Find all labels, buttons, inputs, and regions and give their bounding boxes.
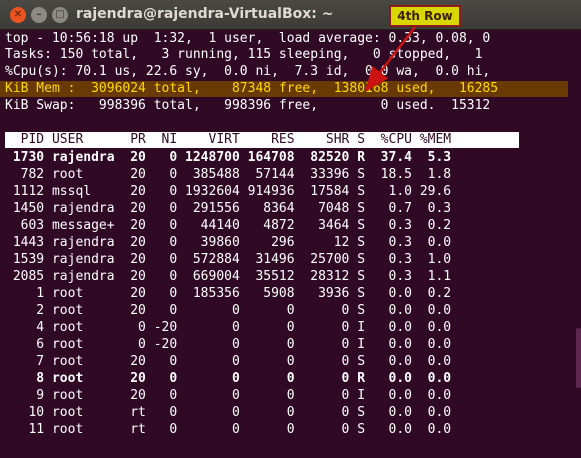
table-row: 1443 rajendra 20 0 39860 296 12 S 0.3 0.… [5,235,452,250]
table-row: 782 root 20 0 385488 57144 33396 S 18.5 … [5,167,452,182]
close-window-button[interactable]: ✕ [10,7,26,23]
summary-swap-line: KiB Swap: 998396 total, 998396 free, 0 u… [5,98,491,113]
terminal-scrollbar[interactable] [576,328,581,388]
summary-uptime-line: top - 10:56:18 up 1:32, 1 user, load ave… [5,31,491,46]
summary-cpu-line: %Cpu(s): 70.1 us, 22.6 sy, 0.0 ni, 7.3 i… [5,64,491,79]
summary-mem-line: KiB Mem : 3096024 total, 87348 free, 138… [0,81,568,97]
table-row: 1539 rajendra 20 0 572884 31496 25700 S … [5,252,452,267]
table-row: 8 root 20 0 0 0 0 R 0.0 0.0 [5,371,452,386]
table-row: 1730 rajendra 20 0 1248700 164708 82520 … [5,150,452,165]
title-bar: ✕ – □ rajendra@rajendra-VirtualBox: ~ [0,0,581,30]
window-title: rajendra@rajendra-VirtualBox: ~ [76,6,334,22]
table-row: 10 root rt 0 0 0 0 S 0.0 0.0 [5,405,452,420]
summary-tasks-line: Tasks: 150 total, 3 running, 115 sleepin… [5,47,483,62]
maximize-window-button[interactable]: □ [52,7,68,23]
table-row: 4 root 0 -20 0 0 0 I 0.0 0.0 [5,320,452,335]
terminal-output[interactable]: top - 10:56:18 up 1:32, 1 user, load ave… [0,30,581,458]
annotation-label: 4th Row [389,5,461,27]
table-row: 1 root 20 0 185356 5908 3936 S 0.0 0.2 [5,286,452,301]
process-table-header: PID USER PR NI VIRT RES SHR S %CPU %MEM [5,132,519,148]
table-row: 2 root 20 0 0 0 0 S 0.0 0.0 [5,303,452,318]
table-row: 7 root 20 0 0 0 0 S 0.0 0.0 [5,354,452,369]
table-row: 6 root 0 -20 0 0 0 I 0.0 0.0 [5,337,452,352]
table-row: 1112 mssql 20 0 1932604 914936 17584 S 1… [5,184,452,199]
table-row: 603 message+ 20 0 44140 4872 3464 S 0.3 … [5,218,452,233]
table-row: 1450 rajendra 20 0 291556 8364 7048 S 0.… [5,201,452,216]
minimize-window-button[interactable]: – [31,7,47,23]
table-row: 11 root rt 0 0 0 0 S 0.0 0.0 [5,422,452,437]
table-row: 9 root 20 0 0 0 0 I 0.0 0.0 [5,388,452,403]
resize-handle[interactable] [0,394,4,402]
table-row: 2085 rajendra 20 0 669004 35512 28312 S … [5,269,452,284]
